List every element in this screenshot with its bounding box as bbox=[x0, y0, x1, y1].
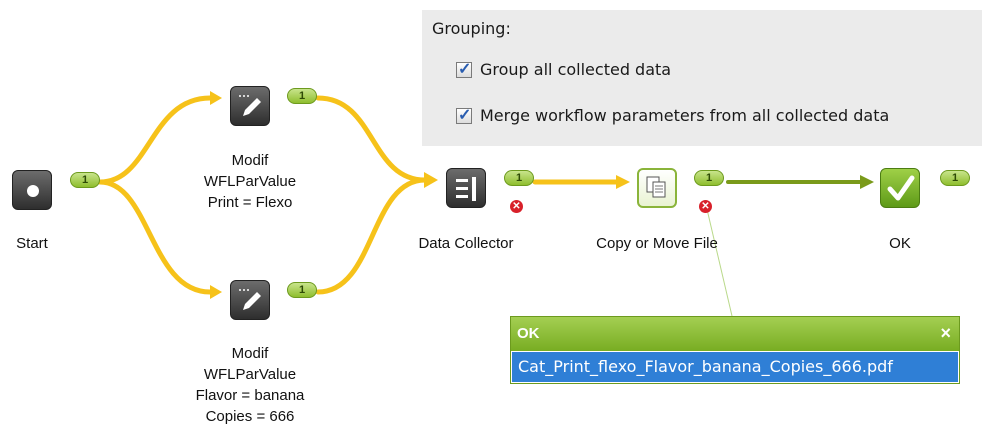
copy-move-label: Copy or Move File bbox=[596, 235, 718, 252]
popup-leader-line bbox=[705, 204, 733, 317]
start-icon bbox=[27, 185, 39, 197]
checkmark-icon: ✓ bbox=[458, 106, 472, 124]
start-badge: 1 bbox=[70, 172, 100, 188]
start-label: Start bbox=[16, 235, 48, 252]
file-name: Cat_Print_flexo_Flavor_banana_Copies_666… bbox=[518, 357, 893, 376]
grouping-panel: Grouping: ✓ Group all collected data ✓ M… bbox=[422, 10, 982, 146]
checkmark-icon: ✓ bbox=[458, 60, 472, 78]
popup-header: OK × bbox=[511, 317, 959, 351]
group-all-option[interactable]: ✓ Group all collected data bbox=[456, 60, 671, 79]
group-all-checkbox[interactable]: ✓ bbox=[456, 60, 472, 78]
flow-modif-top-to-collector bbox=[315, 95, 428, 183]
data-collector-label: Data Collector bbox=[418, 235, 514, 252]
modif-bottom-node[interactable] bbox=[230, 280, 270, 320]
arrow-head bbox=[424, 172, 438, 188]
ok-label: OK bbox=[889, 235, 911, 252]
data-collector-icon bbox=[456, 177, 476, 201]
modif-bottom-label: Modif WFLParValue Flavor = banana Copies… bbox=[195, 345, 305, 425]
error-icon: ✕ bbox=[510, 200, 523, 213]
copy-move-badge: 1 bbox=[694, 170, 724, 186]
data-collector-badge: 1 bbox=[504, 170, 534, 186]
ok-files-popup: OK × Cat_Print_flexo_Flavor_banana_Copie… bbox=[510, 316, 960, 384]
modif-top-node[interactable] bbox=[230, 86, 270, 126]
arrow-head bbox=[210, 285, 222, 299]
ok-node[interactable] bbox=[880, 168, 920, 208]
workflow-canvas: Grouping: ✓ Group all collected data ✓ M… bbox=[0, 0, 994, 430]
modif-top-badge: 1 bbox=[287, 88, 317, 104]
checkmark-icon bbox=[887, 175, 915, 201]
group-all-label: Group all collected data bbox=[480, 60, 672, 79]
arrow-head bbox=[860, 175, 874, 189]
merge-params-label: Merge workflow parameters from all colle… bbox=[480, 106, 890, 125]
copy-move-node[interactable] bbox=[637, 168, 677, 208]
grouping-title: Grouping: bbox=[432, 19, 511, 38]
popup-title: OK bbox=[517, 325, 540, 342]
file-list-item[interactable]: Cat_Print_flexo_Flavor_banana_Copies_666… bbox=[512, 352, 958, 382]
arrow-head bbox=[210, 91, 222, 105]
ok-badge: 1 bbox=[940, 170, 970, 186]
pencil-edit-icon bbox=[239, 289, 261, 310]
error-icon: ✕ bbox=[699, 200, 712, 213]
pencil-edit-icon bbox=[239, 95, 261, 116]
modif-top-label: Modif WFLParValue Print = Flexo bbox=[203, 152, 297, 211]
merge-params-option[interactable]: ✓ Merge workflow parameters from all col… bbox=[456, 106, 889, 125]
copy-documents-icon bbox=[646, 176, 666, 198]
arrow-head bbox=[616, 175, 630, 189]
merge-params-checkbox[interactable]: ✓ bbox=[456, 106, 472, 124]
data-collector-node[interactable] bbox=[446, 168, 486, 208]
close-icon[interactable]: × bbox=[940, 323, 951, 344]
modif-bottom-badge: 1 bbox=[287, 282, 317, 298]
start-node[interactable] bbox=[12, 170, 52, 210]
